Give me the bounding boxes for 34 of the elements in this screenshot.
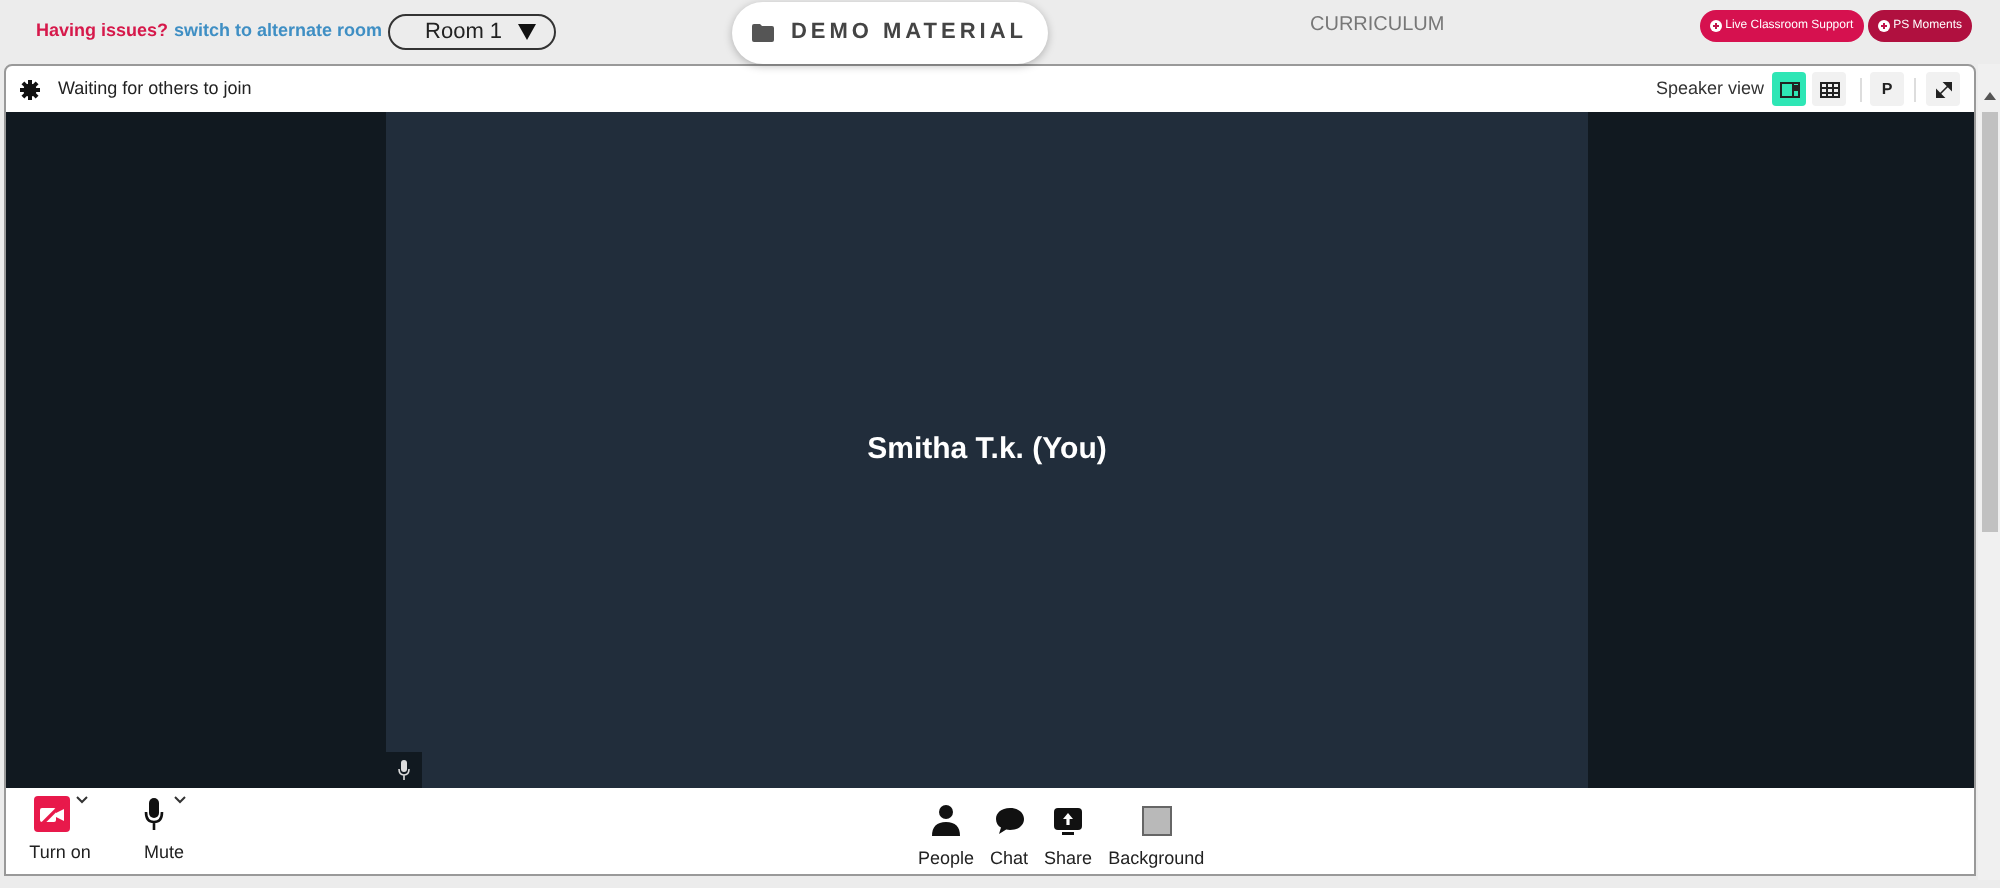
grid-view-button[interactable] — [1812, 72, 1846, 106]
presenter-button[interactable]: P — [1870, 72, 1904, 106]
people-button[interactable]: People — [918, 804, 975, 873]
camera-button[interactable]: Turn on — [26, 795, 94, 867]
speaker-view-button[interactable] — [1772, 72, 1806, 106]
background-icon — [1141, 806, 1172, 836]
scroll-up-icon[interactable] — [1983, 92, 1995, 100]
view-label: Speaker view — [1655, 75, 1764, 102]
fullscreen-button[interactable] — [1926, 72, 1960, 106]
background-button[interactable]: Background — [1108, 804, 1205, 873]
issue-text: Having issues? — [36, 18, 169, 45]
speaker-layout-icon — [1779, 81, 1799, 97]
demo-material-button[interactable]: DEMO MATERIAL — [732, 2, 1048, 64]
share-screen-icon — [1052, 806, 1085, 836]
curriculum-tab[interactable]: CURRICULUM — [1310, 10, 1445, 40]
plus-circle-icon — [1709, 20, 1722, 32]
grid-icon — [1819, 81, 1839, 97]
settings-icon[interactable] — [20, 79, 40, 99]
person-icon — [932, 804, 961, 836]
chevron-icon — [75, 795, 87, 804]
dropdown-caret-icon — [518, 24, 537, 40]
chat-button[interactable]: Chat — [990, 804, 1029, 873]
chat-icon — [993, 806, 1026, 836]
expand-icon — [1935, 81, 1951, 97]
mute-button[interactable]: Mute — [130, 795, 198, 867]
folder-icon — [752, 24, 775, 42]
microphone-icon — [398, 760, 410, 780]
participant-name: Smitha T.k. (You) — [867, 429, 1107, 470]
plus-circle-icon — [1877, 20, 1890, 32]
scrollbar-thumb[interactable] — [1981, 112, 1997, 532]
room-dropdown[interactable]: Room 1 — [388, 14, 557, 50]
share-button[interactable]: Share — [1044, 804, 1093, 873]
waiting-status: Waiting for others to join — [58, 75, 252, 102]
chevron-icon — [173, 795, 185, 804]
